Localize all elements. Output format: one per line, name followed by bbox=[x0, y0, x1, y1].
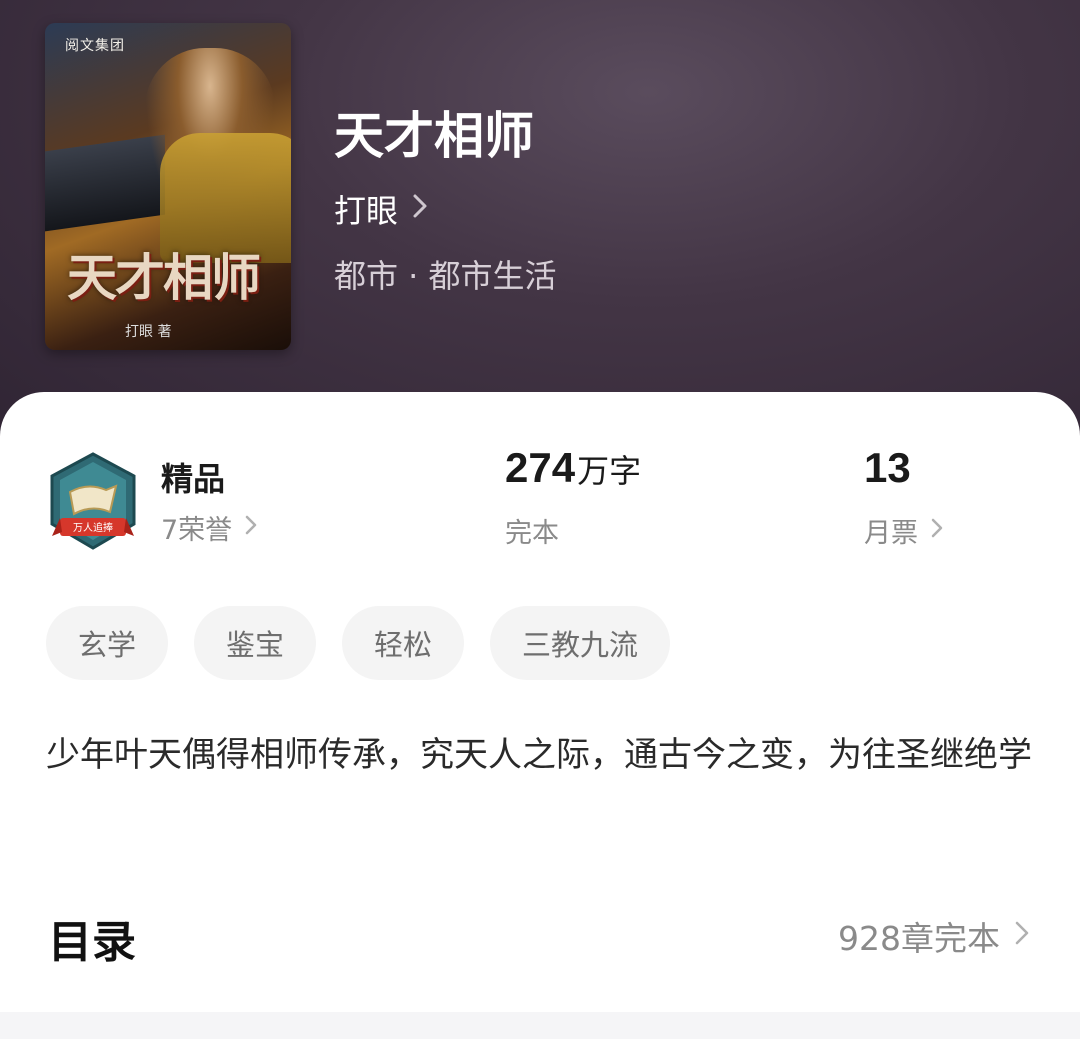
cover-title-art: 天才相师 bbox=[67, 248, 261, 307]
completion-status: 完本 bbox=[505, 518, 559, 549]
monthly-ticket-label: 月票 bbox=[864, 518, 918, 549]
word-count-number: 274 bbox=[505, 444, 576, 491]
book-title: 天才相师 bbox=[334, 106, 534, 165]
word-count: 274万字 bbox=[505, 444, 641, 492]
monthly-ticket-count: 13 bbox=[864, 444, 911, 491]
tag-chip[interactable]: 鉴宝 bbox=[194, 606, 317, 680]
tag-chip[interactable]: 轻松 bbox=[342, 606, 465, 680]
svg-text:万人追捧: 万人追捧 bbox=[73, 521, 113, 534]
book-header: 阅文集团 天才相师 打眼 著 天才相师 打眼 都市 · 都市生活 bbox=[0, 0, 1080, 460]
book-category[interactable]: 都市 · 都市生活 bbox=[334, 251, 557, 297]
author-name: 打眼 bbox=[334, 192, 399, 230]
quality-badge-icon[interactable]: 万人追捧 bbox=[48, 452, 138, 550]
toc-link[interactable]: 928章完本 bbox=[838, 912, 1030, 960]
chevron-right-icon bbox=[930, 517, 944, 545]
honors-link[interactable]: 7荣誉 bbox=[161, 508, 258, 547]
monthly-ticket-link[interactable]: 月票 bbox=[864, 511, 944, 550]
book-cover[interactable]: 阅文集团 天才相师 打眼 著 bbox=[45, 23, 291, 350]
tag-chip[interactable]: 玄学 bbox=[46, 606, 169, 680]
toc-title: 目录 bbox=[48, 917, 136, 968]
cover-publisher-logo: 阅文集团 bbox=[65, 37, 125, 53]
book-synopsis[interactable]: 少年叶天偶得相师传承，究天人之际，通古今之变，为往圣继绝学 bbox=[46, 728, 1041, 782]
section-divider bbox=[0, 1012, 1080, 1039]
word-count-unit: 万字 bbox=[577, 453, 642, 489]
chevron-right-icon bbox=[244, 514, 258, 542]
tag-chip[interactable]: 三教九流 bbox=[490, 606, 671, 680]
quality-title: 精品 bbox=[161, 460, 226, 498]
author-link[interactable]: 打眼 bbox=[334, 186, 428, 232]
chevron-right-icon bbox=[412, 193, 428, 226]
tag-list: 玄学 鉴宝 轻松 三教九流 bbox=[46, 606, 671, 680]
honors-count: 7荣誉 bbox=[161, 515, 233, 546]
toc-chapter-info: 928章完本 bbox=[838, 919, 1000, 958]
chevron-right-icon bbox=[1014, 920, 1030, 953]
cover-author-art: 打眼 著 bbox=[125, 324, 172, 340]
